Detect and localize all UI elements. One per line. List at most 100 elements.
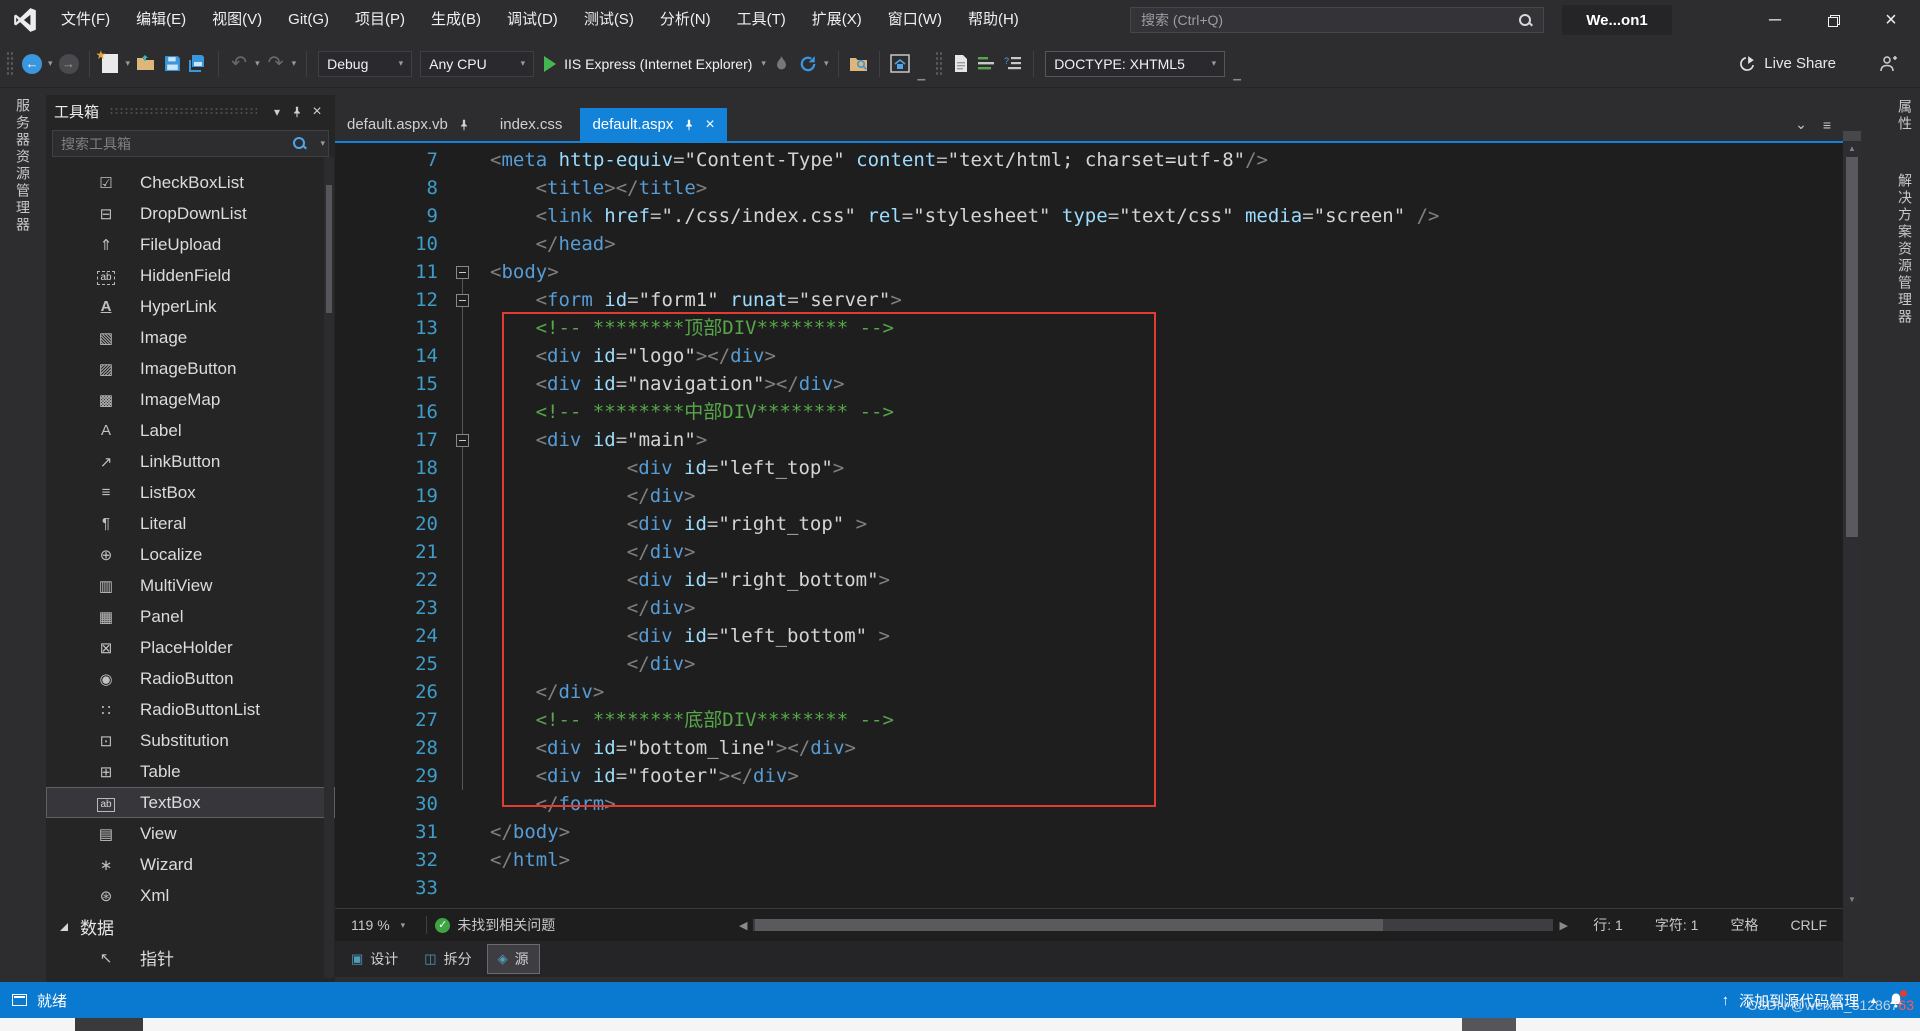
code-line-9[interactable]: 9<link href="./css/index.css" rel="style… [335, 202, 1843, 230]
right-tab-solution-explorer[interactable]: 解决方案资源管理器 [1895, 173, 1915, 326]
horizontal-scroll-track[interactable] [753, 919, 1553, 931]
scroll-right-icon[interactable]: ▶ [1559, 919, 1567, 932]
format-attributes-button[interactable]: ? [1000, 49, 1026, 79]
doctype-dropdown[interactable]: DOCTYPE: XHTML5▾ [1045, 51, 1225, 77]
toolbox-search[interactable]: ▾ [52, 130, 329, 157]
view-tab-设计[interactable]: ▣设计 [341, 945, 408, 973]
tab-default-aspx[interactable]: default.aspx× [580, 108, 726, 141]
new-file-dropdown-icon[interactable]: ▾ [126, 58, 131, 69]
toolbox-item-textbox[interactable]: abTextBox [46, 787, 335, 818]
code-line-7[interactable]: 7<meta http-equiv="Content-Type" content… [335, 146, 1843, 174]
menu-V[interactable]: 视图(V) [199, 0, 275, 40]
toolbox-item-listbox[interactable]: ≡ListBox [46, 477, 335, 508]
toolbox-item-dropdownlist[interactable]: ⊟DropDownList [46, 198, 335, 229]
toolbox-item-imagemap[interactable]: ▩ImageMap [46, 384, 335, 415]
toolbox-menu-dropdown-icon[interactable]: ▾ [267, 105, 287, 119]
quick-launch-search[interactable] [1130, 7, 1544, 33]
tab-index-css[interactable]: index.css [488, 108, 575, 141]
toolbox-item-wizard[interactable]: ∗Wizard [46, 849, 335, 880]
editor-split-handle[interactable] [1843, 131, 1861, 141]
scroll-up-icon[interactable]: ▲ [1843, 144, 1861, 153]
menu-T[interactable]: 工具(T) [724, 0, 799, 40]
toolbox-item-pointer[interactable]: ↖指针 [46, 942, 335, 973]
menu-GitG[interactable]: Git(G) [275, 0, 342, 40]
live-share-button[interactable]: Live Share [1738, 55, 1836, 73]
run-dropdown-icon[interactable]: ▾ [761, 58, 766, 69]
toolbox-search-input[interactable] [53, 136, 292, 152]
code-editor[interactable]: 7<meta http-equiv="Content-Type" content… [335, 143, 1843, 908]
code-line-31[interactable]: 31</body> [335, 818, 1843, 846]
line-ending-indicator[interactable]: CRLF [1790, 917, 1827, 933]
code-line-8[interactable]: 8<title></title> [335, 174, 1843, 202]
toolbox-item-placeholder[interactable]: ⊠PlaceHolder [46, 632, 335, 663]
back-dropdown-icon[interactable]: ▾ [48, 58, 53, 69]
undo-button[interactable]: ↶ [226, 49, 252, 79]
toolbox-item-image[interactable]: ▧Image [46, 322, 335, 353]
toolbox-item-multiview[interactable]: ▥MultiView [46, 570, 335, 601]
toolbox-item-substitution[interactable]: ⊡Substitution [46, 725, 335, 756]
redo-button[interactable]: ↷ [263, 49, 289, 79]
code-line-10[interactable]: 10</head> [335, 230, 1843, 258]
solution-configuration-dropdown[interactable]: Debug▾ [318, 51, 412, 77]
find-in-files-button[interactable] [846, 49, 872, 79]
server-explorer-tab[interactable]: 服务器资源管理器 [13, 98, 33, 234]
toolbox-item-panel[interactable]: ▦Panel [46, 601, 335, 632]
code-line-33[interactable]: 33 [335, 874, 1843, 902]
code-line-12[interactable]: 12<form id="form1" runat="server"> [335, 286, 1843, 314]
editor-zoom-dropdown[interactable]: 119 % ▾ [335, 917, 418, 933]
horizontal-scrollbar[interactable]: ◀ ▶ [739, 909, 1568, 941]
decrease-indent-button[interactable] [974, 49, 1000, 79]
toolbox-drag-grip[interactable] [109, 107, 257, 116]
toolbar-grip[interactable] [6, 51, 13, 77]
toolbox-item-linkbutton[interactable]: ↗LinkButton [46, 446, 335, 477]
fold-collapse-box[interactable] [456, 294, 469, 307]
refresh-button[interactable] [795, 49, 821, 79]
tab-default-aspx-vb[interactable]: default.aspx.vb [335, 108, 482, 141]
spaces-indicator[interactable]: 空格 [1730, 915, 1758, 935]
close-icon[interactable]: × [705, 116, 714, 134]
toolbox-item-fileupload[interactable]: ⇑FileUpload [46, 229, 335, 260]
toolbox-item-imagebutton[interactable]: ▨ImageButton [46, 353, 335, 384]
toolbox-item-literal[interactable]: ¶Literal [46, 508, 335, 539]
view-tab-拆分[interactable]: ◫拆分 [414, 945, 481, 973]
start-debugging-button[interactable]: IIS Express (Internet Explorer) [544, 56, 752, 72]
toolbar-overflow-icon[interactable]: ▁ [917, 70, 925, 81]
minimize-button[interactable]: ─ [1746, 0, 1804, 40]
solution-platform-dropdown[interactable]: Any CPU▾ [420, 51, 534, 77]
active-files-dropdown-icon[interactable]: ⌄ [1795, 116, 1807, 133]
refresh-dropdown-icon[interactable]: ▾ [824, 58, 829, 69]
close-icon[interactable]: × [307, 103, 327, 121]
right-tab-properties[interactable]: 属性 [1895, 99, 1915, 133]
toolbox-scrollbar-thumb[interactable] [326, 185, 332, 313]
toolbox-item-label[interactable]: ALabel [46, 415, 335, 446]
vertical-scrollbar[interactable]: ▲ ▼ [1843, 143, 1861, 905]
menu-P[interactable]: 项目(P) [342, 0, 418, 40]
vertical-scroll-thumb[interactable] [1846, 157, 1858, 537]
save-all-button[interactable] [185, 49, 211, 79]
menu-H[interactable]: 帮助(H) [955, 0, 1032, 40]
share-participants-button[interactable] [1876, 49, 1902, 79]
line-indicator[interactable]: 行: 1 [1593, 915, 1623, 935]
fold-collapse-box[interactable] [456, 266, 469, 279]
toolbox-item-hyperlink[interactable]: AHyperLink [46, 291, 335, 322]
code-line-11[interactable]: 11<body> [335, 258, 1843, 286]
toolbox-item-radiobuttonlist[interactable]: ∷RadioButtonList [46, 694, 335, 725]
pin-icon[interactable] [458, 119, 470, 131]
toolbox-scrollbar[interactable] [324, 157, 334, 978]
toolbox-item-radiobutton[interactable]: ◉RadioButton [46, 663, 335, 694]
menu-E[interactable]: 编辑(E) [123, 0, 199, 40]
toolbox-item-xml[interactable]: ⊛Xml [46, 880, 335, 911]
save-button[interactable] [159, 49, 185, 79]
toolbox-item-table[interactable]: ⊞Table [46, 756, 335, 787]
toolbox-header[interactable]: 工具箱 ▾ × [46, 95, 335, 128]
menu-B[interactable]: 生成(B) [418, 0, 494, 40]
undo-dropdown-icon[interactable]: ▾ [255, 58, 260, 69]
pin-icon[interactable] [287, 106, 307, 118]
navigate-forward-button[interactable]: → [56, 49, 82, 79]
toolbox-item-localize[interactable]: ⊕Localize [46, 539, 335, 570]
navigate-back-button[interactable]: ← [19, 49, 45, 79]
toolbox-item-hiddenfield[interactable]: abHiddenField [46, 260, 335, 291]
close-window-button[interactable]: × [1862, 0, 1920, 40]
menu-D[interactable]: 调试(D) [494, 0, 571, 40]
toolbox-item-view[interactable]: ▤View [46, 818, 335, 849]
